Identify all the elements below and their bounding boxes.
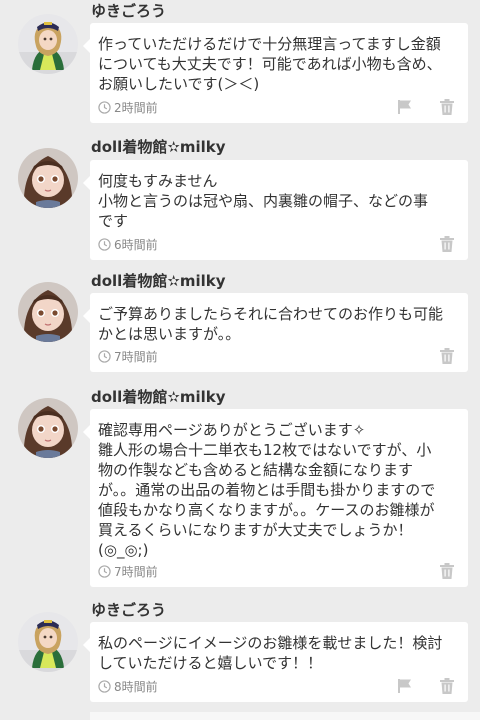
doll-avatar-yuki-image: [18, 14, 78, 74]
comment-time: 2時間前: [114, 100, 158, 115]
comment-text: 作っていただけるだけで十分無理言ってますし金額 についても大丈夫です！可能であれ…: [98, 35, 442, 93]
comment-text: 確認専用ページありがとうございます✧ 雛人形の場合十二単衣も12枚ではないですが…: [98, 421, 436, 559]
comment-time: 6時間前: [114, 237, 158, 252]
comment-bubble: 確認専用ページありがとうございます✧ 雛人形の場合十二単衣も12枚ではないですが…: [83, 409, 468, 587]
next-comment-edge: [90, 712, 480, 720]
comment-bubble: 作っていただけるだけで十分無理言ってますし金額 についても大丈夫です！可能であれ…: [83, 23, 468, 123]
comment-meta: 8時間前: [98, 677, 158, 695]
trash-icon[interactable]: [438, 562, 456, 580]
comment-time: 8時間前: [114, 679, 158, 694]
comment-meta: 7時間前: [98, 562, 158, 580]
comment-bubble: 私のページにイメージのお雛様を載せました！検討 していただけると嬉しいです！！ …: [83, 622, 468, 702]
user-avatar[interactable]: [18, 148, 78, 208]
trash-icon[interactable]: [438, 98, 456, 116]
comment-time: 7時間前: [114, 564, 158, 579]
user-avatar[interactable]: [18, 282, 78, 342]
comment-username[interactable]: doll着物館✫milky: [91, 136, 226, 157]
comment-username[interactable]: doll着物館✫milky: [91, 270, 226, 291]
user-avatar[interactable]: [18, 612, 78, 672]
comment-time: 7時間前: [114, 349, 158, 364]
clock-icon: [98, 564, 111, 578]
comment-bubble: 何度もすみません 小物と言うのは冠や扇、内裏雛の帽子、などの事 です 6時間前: [83, 160, 468, 260]
comment-text: ご予算ありましたらそれに合わせてのお作りも可能 かとは思いますが。。: [98, 305, 444, 343]
comment-text: 私のページにイメージのお雛様を載せました！検討 していただけると嬉しいです！！: [98, 634, 443, 672]
comment-meta: 2時間前: [98, 98, 158, 116]
doll-avatar-yuki-image: [18, 612, 78, 672]
doll-avatar-milky-image: [18, 148, 78, 208]
clock-icon: [98, 100, 111, 114]
comment-username[interactable]: ゆきごろう: [91, 0, 166, 21]
doll-avatar-milky-image: [18, 398, 78, 458]
clock-icon: [98, 679, 111, 693]
comment-meta: 6時間前: [98, 235, 158, 253]
flag-icon[interactable]: [396, 677, 414, 695]
comment-username[interactable]: ゆきごろう: [91, 599, 166, 620]
clock-icon: [98, 237, 111, 251]
comment-text: 何度もすみません 小物と言うのは冠や扇、内裏雛の帽子、などの事 です: [98, 172, 429, 230]
doll-avatar-milky-image: [18, 282, 78, 342]
user-avatar[interactable]: [18, 398, 78, 458]
trash-icon[interactable]: [438, 347, 456, 365]
flag-icon[interactable]: [396, 98, 414, 116]
comment-meta: 7時間前: [98, 347, 158, 365]
comment-username[interactable]: doll着物館✫milky: [91, 386, 226, 407]
user-avatar[interactable]: [18, 14, 78, 74]
clock-icon: [98, 349, 111, 363]
trash-icon[interactable]: [438, 677, 456, 695]
comment-bubble: ご予算ありましたらそれに合わせてのお作りも可能 かとは思いますが。。 7時間前: [83, 293, 468, 372]
trash-icon[interactable]: [438, 235, 456, 253]
